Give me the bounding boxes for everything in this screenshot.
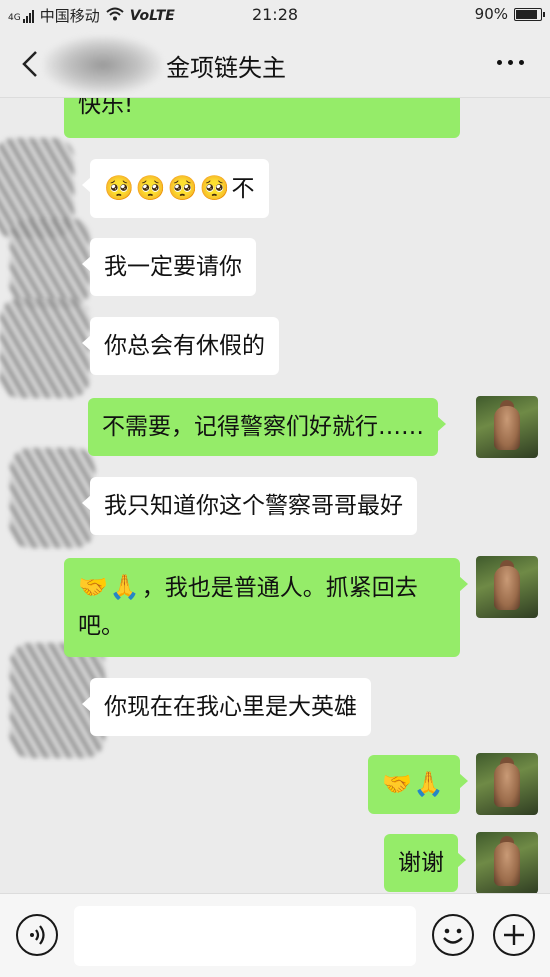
message-text: 你总会有休假的 — [104, 333, 265, 359]
message-bubble-out[interactable]: 🤝🙏 — [368, 755, 468, 814]
message-text: 我只知道你这个警察哥哥最好 — [104, 493, 403, 519]
chat-area[interactable]: 快乐! 🥺🥺🥺🥺不 我一定要请你 你总会有休假的 不需要，记得警察们好就行…… … — [0, 98, 550, 893]
message-text: 不需要，记得警察们好就行…… — [102, 414, 424, 440]
emoji-sequence: 🤝🙏 — [382, 770, 446, 798]
message-input[interactable] — [74, 906, 416, 966]
message-text: 谢谢 — [398, 850, 444, 876]
input-bar — [0, 893, 550, 977]
message-bubble-in[interactable]: 你现在在我心里是大英雄 — [82, 678, 371, 736]
message-bubble-out[interactable]: 不需要，记得警察们好就行…… — [88, 398, 446, 456]
chat-title: 金项链失主 — [166, 54, 286, 82]
more-options-button[interactable] — [497, 60, 524, 65]
blurred-contact-name — [44, 36, 162, 94]
my-avatar[interactable] — [476, 832, 538, 893]
voice-icon — [30, 925, 45, 945]
status-time: 21:28 — [251, 5, 299, 24]
battery-percent: 90% — [474, 5, 508, 23]
battery-icon — [514, 7, 545, 21]
message-bubble-in[interactable]: 我一定要请你 — [82, 238, 256, 296]
my-avatar[interactable] — [476, 396, 538, 458]
message-bubble-out[interactable]: 谢谢 — [384, 834, 466, 892]
message-text: 我一定要请你 — [104, 254, 242, 280]
message-bubble-in[interactable]: 你总会有休假的 — [82, 317, 279, 375]
more-functions-button[interactable] — [493, 914, 535, 956]
blurred-avatar — [10, 218, 90, 308]
back-button[interactable] — [16, 48, 46, 80]
my-avatar[interactable] — [476, 556, 538, 618]
plus-icon — [504, 925, 524, 945]
more-dot-icon — [508, 60, 513, 65]
nav-bar: 金项链失主 — [0, 30, 550, 98]
emoji-icon — [443, 928, 463, 944]
message-bubble-out[interactable]: 🤝🙏，我也是普通人。抓紧回去吧。 — [64, 558, 468, 657]
emoji-sequence: 🤝🙏 — [78, 573, 142, 601]
emoji-button[interactable] — [432, 914, 474, 956]
message-bubble-in[interactable]: 🥺🥺🥺🥺不 — [82, 159, 269, 218]
chevron-left-icon — [22, 51, 37, 77]
blurred-avatar — [0, 298, 90, 398]
more-dot-icon — [519, 60, 524, 65]
more-dot-icon — [497, 60, 502, 65]
my-avatar[interactable] — [476, 753, 538, 815]
message-text: 你现在在我心里是大英雄 — [104, 694, 357, 720]
voice-button[interactable] — [16, 914, 58, 956]
message-text: 不 — [231, 176, 255, 202]
message-text: 快乐! — [78, 98, 134, 118]
message-bubble-in[interactable]: 我只知道你这个警察哥哥最好 — [82, 477, 417, 535]
message-bubble-out[interactable]: 快乐! — [64, 98, 460, 138]
emoji-sequence: 🥺🥺🥺🥺 — [104, 174, 232, 202]
status-bar: 4G 中国移动 VoLTE 21:28 90% — [0, 0, 550, 30]
status-right: 90% — [474, 5, 545, 23]
